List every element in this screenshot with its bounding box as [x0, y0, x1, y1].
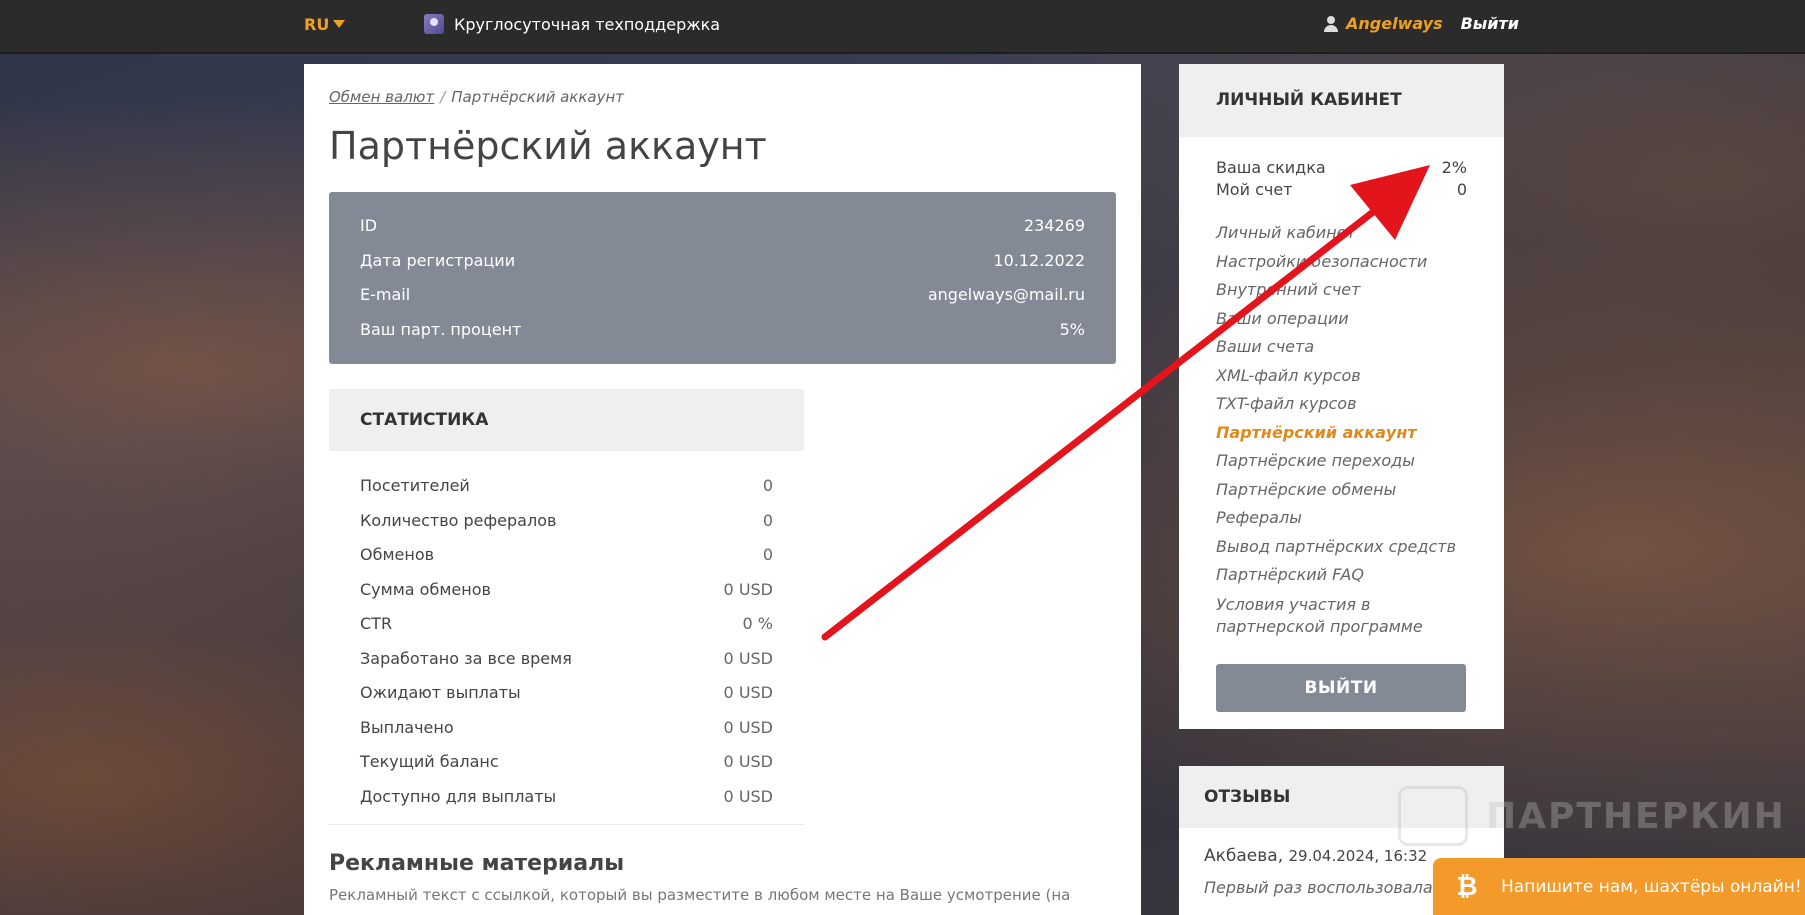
sidebar-body: Ваша скидка 2% Мой счет 0 Личный кабинет Н… — [1179, 137, 1504, 712]
stats-label: Обменов — [360, 545, 435, 564]
info-label: E-mail — [360, 285, 411, 304]
sidebar-item-partner-account[interactable]: Партнёрский аккаунт — [1216, 419, 1467, 448]
stats-row: Ожидают выплаты 0 USD — [360, 676, 773, 711]
logout-button[interactable]: ВЫЙТИ — [1216, 663, 1466, 712]
discount-label: Ваша скидка — [1216, 158, 1326, 177]
review-date: 29.04.2024, 16:32 — [1288, 847, 1428, 865]
breadcrumb-separator: / — [440, 88, 446, 106]
stats-label: Посетителей — [360, 476, 470, 495]
watermark-text: ПАРТНЕРКИН — [1486, 795, 1786, 837]
support-label: Круглосуточная техподдержка — [454, 14, 721, 34]
info-row-partner-percent: Ваш парт. процент 5% — [360, 313, 1085, 348]
sidebar-item-partner-withdrawal[interactable]: Вывод партнёрских средств — [1216, 533, 1467, 562]
info-label: Ваш парт. процент — [360, 319, 522, 339]
stats-value: 0 USD — [723, 579, 773, 599]
discount-value: 2% — [1441, 158, 1467, 177]
stats-row: Количество рефералов 0 — [360, 504, 773, 539]
sidebar-heading: ЛИЧНЫЙ КАБИНЕТ — [1179, 64, 1504, 137]
stats-value: 0 % — [742, 614, 773, 633]
language-selector[interactable]: RU — [304, 15, 346, 34]
info-row-registration-date: Дата регистрации 10.12.2022 — [360, 244, 1085, 279]
account-row: Мой счет 0 — [1216, 179, 1467, 201]
sidebar-item-referrals[interactable]: Рефералы — [1216, 504, 1467, 533]
sidebar-item-personal-cabinet[interactable]: Личный кабинет — [1216, 219, 1467, 248]
stats-row: Сумма обменов 0 USD — [360, 573, 773, 608]
sidebar-item-xml-rates[interactable]: XML-файл курсов — [1216, 362, 1467, 391]
sidebar-item-txt-rates[interactable]: TXT-файл курсов — [1216, 390, 1467, 419]
stats-value: 0 USD — [723, 717, 773, 737]
stats-row: Посетителей 0 — [360, 469, 773, 504]
account-sidebar: ЛИЧНЫЙ КАБИНЕТ Ваша скидка 2% Мой счет 0 Л… — [1179, 64, 1504, 729]
breadcrumb: Обмен валют / Партнёрский аккаунт — [329, 88, 1116, 106]
sidebar-item-partner-terms[interactable]: Условия участия в партнерской программе — [1216, 590, 1467, 638]
stats-row: Обменов 0 — [360, 538, 773, 573]
stats-row: Заработано за все время 0 USD — [360, 642, 773, 677]
watermark-logo-icon — [1398, 786, 1468, 846]
info-value: 234269 — [1023, 216, 1085, 235]
caret-down-icon — [333, 20, 346, 28]
info-value: angelways@mail.ru — [927, 285, 1085, 304]
stats-label: Количество рефералов — [360, 510, 557, 530]
stats-row: Текущий баланс 0 USD — [360, 745, 773, 780]
stats-value: 0 USD — [723, 683, 773, 702]
stats-value: 0 — [762, 476, 773, 495]
top-bar: RU Круглосуточная техподдержка Angelways… — [0, 0, 1805, 54]
stats-value: 0 — [762, 545, 773, 564]
sidebar-menu: Личный кабинет Настройки безопасности Вн… — [1216, 219, 1467, 638]
breadcrumb-home-link[interactable]: Обмен валют — [329, 88, 434, 106]
account-value: 0 — [1456, 180, 1467, 199]
info-value: 10.12.2022 — [993, 250, 1085, 270]
stats-row: Выплачено 0 USD — [360, 711, 773, 746]
account-info-box: ID 234269 Дата регистрации 10.12.2022 E-ma… — [329, 192, 1116, 364]
bitcoin-icon: ₿ — [1456, 871, 1478, 902]
support-link[interactable]: Круглосуточная техподдержка — [424, 14, 720, 34]
info-label: Дата регистрации — [360, 250, 516, 270]
stats-value: 0 USD — [723, 752, 773, 771]
discount-row: Ваша скидка 2% — [1216, 157, 1467, 179]
stats-label: Выплачено — [360, 717, 454, 737]
stats-label: CTR — [360, 614, 393, 633]
review-author: Акбаева, — [1204, 846, 1284, 866]
main-content: Обмен валют / Партнёрский аккаунт Партнёрс… — [304, 64, 1141, 915]
sidebar-item-partner-faq[interactable]: Партнёрский FAQ — [1216, 561, 1467, 590]
logout-link[interactable]: Выйти — [1461, 14, 1519, 33]
sidebar-item-partner-exchanges[interactable]: Партнёрские обмены — [1216, 476, 1467, 505]
sidebar-item-operations[interactable]: Ваши операции — [1216, 305, 1467, 334]
sidebar-item-partner-clicks[interactable]: Партнёрские переходы — [1216, 447, 1467, 476]
stats-label: Ожидают выплаты — [360, 683, 521, 702]
stats-label: Текущий баланс — [360, 752, 499, 771]
breadcrumb-current: Партнёрский аккаунт — [451, 88, 625, 106]
sidebar-item-accounts[interactable]: Ваши счета — [1216, 333, 1467, 362]
stats-label: Заработано за все время — [360, 648, 572, 668]
watermark: ПАРТНЕРКИН — [1398, 786, 1786, 846]
ads-heading: Рекламные материалы — [329, 851, 625, 876]
statistics-heading: СТАТИСТИКА — [329, 389, 804, 451]
user-area: Angelways Выйти — [1324, 14, 1519, 33]
sidebar-item-internal-account[interactable]: Внутренний счет — [1216, 276, 1467, 305]
stats-row: CTR 0 % — [360, 607, 773, 642]
page-title: Партнёрский аккаунт — [329, 124, 767, 168]
stats-label: Сумма обменов — [360, 579, 491, 599]
language-label: RU — [304, 15, 330, 34]
statistics-list: Посетителей 0 Количество рефералов 0 Обмен… — [329, 451, 804, 825]
username-link[interactable]: Angelways — [1346, 14, 1443, 33]
chat-label: Напишите нам, шахтёры онлайн! — [1501, 876, 1802, 897]
user-icon — [1324, 15, 1338, 32]
chat-button[interactable]: ₿ Напишите нам, шахтёры онлайн! — [1433, 858, 1805, 915]
sidebar-item-security-settings[interactable]: Настройки безопасности — [1216, 248, 1467, 277]
stats-row: Доступно для выплаты 0 USD — [360, 780, 773, 815]
stats-label: Доступно для выплаты — [360, 786, 557, 806]
support-avatar-icon — [424, 14, 444, 34]
stats-value: 0 USD — [723, 648, 773, 668]
info-label: ID — [360, 216, 378, 235]
stats-value: 0 USD — [723, 786, 773, 806]
info-row-email: E-mail angelways@mail.ru — [360, 278, 1085, 313]
info-row-id: ID 234269 — [360, 209, 1085, 244]
ads-description: Рекламный текст с ссылкой, который вы ра… — [329, 886, 1071, 904]
info-value: 5% — [1059, 319, 1085, 339]
account-label: Мой счет — [1216, 180, 1293, 199]
stats-value: 0 — [762, 510, 773, 530]
